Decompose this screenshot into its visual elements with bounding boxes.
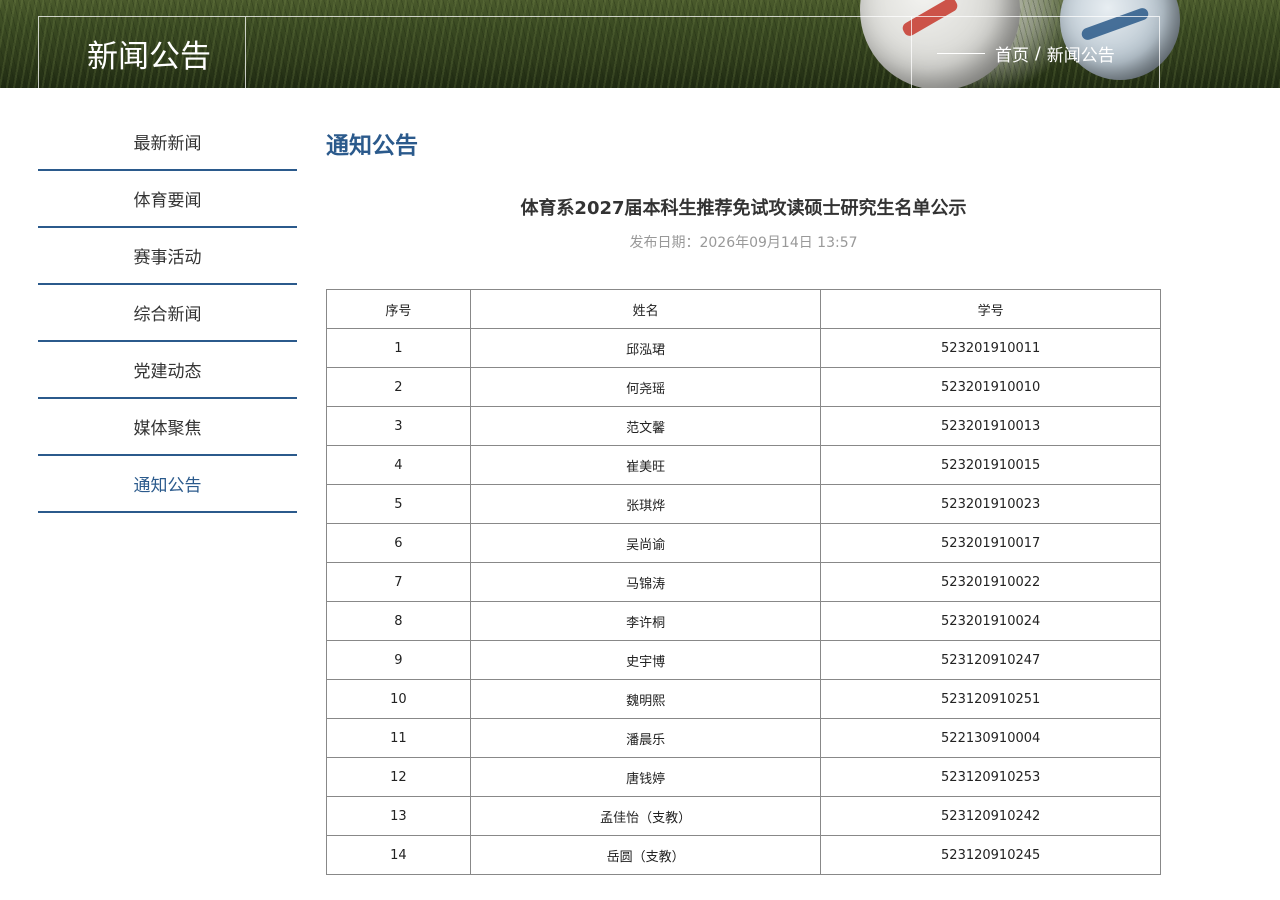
table-row: 10 魏明熙 523120910251 <box>326 679 1161 719</box>
banner-frame: 新闻公告 首页 / 新闻公告 <box>38 16 1160 88</box>
cell-index: 5 <box>326 484 471 524</box>
cell-student-id: 523120910251 <box>820 679 1161 719</box>
cell-name: 张琪烨 <box>469 484 822 524</box>
breadcrumb-current[interactable]: 新闻公告 <box>1047 41 1115 66</box>
table-row: 11 潘晨乐 522130910004 <box>326 718 1161 758</box>
cell-index: 10 <box>326 679 471 719</box>
breadcrumb-home-link[interactable]: 首页 <box>995 41 1029 66</box>
section-title: 通知公告 <box>326 133 418 159</box>
cell-name: 唐钱婷 <box>469 757 822 797</box>
article-title: 体育系2027届本科生推荐免试攻读硕士研究生名单公示 <box>520 198 967 219</box>
cell-index: 8 <box>326 601 471 641</box>
cell-index: 9 <box>326 640 471 680</box>
table-row: 9 史宇博 523120910247 <box>326 640 1161 680</box>
sidebar-item-general-news[interactable]: 综合新闻 <box>38 285 297 342</box>
table-row: 7 马锦涛 523201910022 <box>326 562 1161 602</box>
cell-name: 孟佳怡（支教） <box>469 796 822 836</box>
cell-name: 邱泓珺 <box>469 328 822 368</box>
cell-student-id: 523201910017 <box>820 523 1161 563</box>
cell-name: 潘晨乐 <box>469 718 822 758</box>
sidebar-item-media-focus[interactable]: 媒体聚焦 <box>38 399 297 456</box>
cell-name: 史宇博 <box>469 640 822 680</box>
main-content: 通知公告 体育系2027届本科生推荐免试攻读硕士研究生名单公示 发布日期：202… <box>326 126 1161 875</box>
cell-index: 6 <box>326 523 471 563</box>
candidate-table: 序号 姓名 学号 1 邱泓珺 523201910011 2 何尧瑶 52320191001… <box>326 289 1161 875</box>
sidebar-item-latest-news[interactable]: 最新新闻 <box>38 114 297 171</box>
cell-index: 14 <box>326 835 471 875</box>
table-row: 3 范文馨 523201910013 <box>326 406 1161 446</box>
cell-name: 魏明熙 <box>469 679 822 719</box>
table-row: 6 吴尚谕 523201910017 <box>326 523 1161 563</box>
cell-index: 1 <box>326 328 471 368</box>
sidebar-item-party-news[interactable]: 党建动态 <box>38 342 297 399</box>
cell-index: 11 <box>326 718 471 758</box>
sidebar-nav: 最新新闻 体育要闻 赛事活动 综合新闻 党建动态 媒体聚焦 通知公告 <box>38 114 297 513</box>
cell-student-id: 522130910004 <box>820 718 1161 758</box>
column-header-student-id: 学号 <box>820 289 1161 329</box>
publish-date: 发布日期：2026年09月14日 13:57 <box>629 235 858 251</box>
cell-index: 12 <box>326 757 471 797</box>
cell-index: 3 <box>326 406 471 446</box>
banner-title: 新闻公告 <box>87 39 211 75</box>
cell-student-id: 523201910015 <box>820 445 1161 485</box>
sidebar-item-notices[interactable]: 通知公告 <box>38 456 297 513</box>
cell-student-id: 523201910023 <box>820 484 1161 524</box>
cell-student-id: 523201910011 <box>820 328 1161 368</box>
page-banner: 新闻公告 首页 / 新闻公告 <box>0 0 1280 88</box>
cell-name: 范文馨 <box>469 406 822 446</box>
table-body: 1 邱泓珺 523201910011 2 何尧瑶 523201910010 3 范文馨 5232… <box>326 328 1161 875</box>
cell-student-id: 523201910013 <box>820 406 1161 446</box>
sidebar-item-events[interactable]: 赛事活动 <box>38 228 297 285</box>
cell-index: 4 <box>326 445 471 485</box>
table-header-row: 序号 姓名 学号 <box>326 289 1161 329</box>
breadcrumb-line <box>937 53 985 54</box>
cell-student-id: 523201910022 <box>820 562 1161 602</box>
cell-name: 吴尚谕 <box>469 523 822 563</box>
cell-student-id: 523120910245 <box>820 835 1161 875</box>
cell-student-id: 523120910253 <box>820 757 1161 797</box>
table-row: 4 崔美旺 523201910015 <box>326 445 1161 485</box>
cell-index: 13 <box>326 796 471 836</box>
cell-student-id: 523201910010 <box>820 367 1161 407</box>
table-row: 12 唐钱婷 523120910253 <box>326 757 1161 797</box>
table-row: 8 李许桐 523201910024 <box>326 601 1161 641</box>
column-header-name: 姓名 <box>469 289 822 329</box>
sidebar-item-sports-headlines[interactable]: 体育要闻 <box>38 171 297 228</box>
cell-name: 何尧瑶 <box>469 367 822 407</box>
cell-name: 李许桐 <box>469 601 822 641</box>
cell-student-id: 523120910242 <box>820 796 1161 836</box>
table-row: 14 岳圆（支教） 523120910245 <box>326 835 1161 875</box>
cell-name: 崔美旺 <box>469 445 822 485</box>
cell-index: 2 <box>326 367 471 407</box>
column-header-index: 序号 <box>326 289 471 329</box>
table-row: 5 张琪烨 523201910023 <box>326 484 1161 524</box>
table-row: 1 邱泓珺 523201910011 <box>326 328 1161 368</box>
cell-student-id: 523201910024 <box>820 601 1161 641</box>
breadcrumb: 首页 / 新闻公告 <box>937 41 1115 66</box>
cell-student-id: 523120910247 <box>820 640 1161 680</box>
breadcrumb-separator: / <box>1035 43 1041 64</box>
cell-name: 岳圆（支教） <box>469 835 822 875</box>
table-row: 13 孟佳怡（支教） 523120910242 <box>326 796 1161 836</box>
cell-index: 7 <box>326 562 471 602</box>
table-row: 2 何尧瑶 523201910010 <box>326 367 1161 407</box>
cell-name: 马锦涛 <box>469 562 822 602</box>
